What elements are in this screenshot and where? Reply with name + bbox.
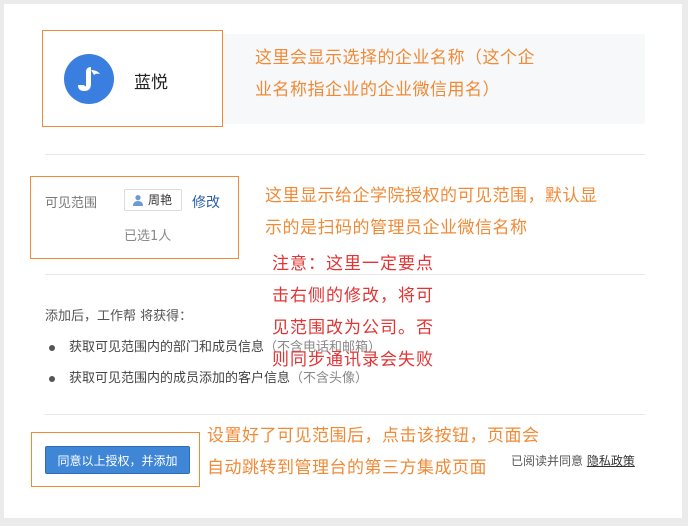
company-logo <box>64 54 114 104</box>
divider <box>45 154 645 155</box>
visibility-selected-count: 已选1人 <box>124 229 172 244</box>
company-name: 蓝悦 <box>134 73 168 93</box>
permission-item-text: 获取可见范围内的成员添加的客户信息 <box>69 371 291 386</box>
agree-text: 已阅读并同意 <box>511 454 584 468</box>
duck-logo-icon <box>78 67 100 91</box>
visibility-edit-link[interactable]: 修改 <box>192 192 220 212</box>
bullet <box>49 344 55 351</box>
company-note: 这里会显示选择的企业名称（这个企 业名称指企业的企业微信用名） <box>255 48 535 100</box>
warning-note: 注意：这里一定要点 击右侧的修改，将可 见范围改为公司。否 则同步通讯录会失败 <box>272 254 434 370</box>
divider <box>45 414 645 415</box>
user-icon <box>133 195 143 206</box>
visibility-note: 这里显示给企学院授权的可见范围，默认显 示的是扫码的管理员企业微信名称 <box>265 186 598 238</box>
permission-item-text: 获取可见范围内的部门和成员信息 <box>69 340 265 355</box>
permissions-intro: 添加后，工作帮 将获得： <box>45 309 193 324</box>
visibility-label: 可见范围 <box>45 196 98 211</box>
user-chip-name: 周艳 <box>148 193 173 207</box>
privacy-agreement: 已阅读并同意 隐私政策 <box>511 452 635 469</box>
bullet <box>49 375 55 382</box>
privacy-policy-link[interactable]: 隐私政策 <box>587 454 635 468</box>
visibility-user-chip[interactable]: 周艳 <box>124 189 182 211</box>
agree-add-button[interactable]: 同意以上授权，并添加 <box>45 446 190 474</box>
